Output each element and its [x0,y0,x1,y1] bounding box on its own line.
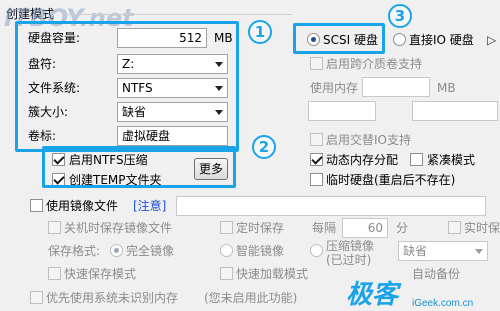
format-compressed-radio[interactable] [310,244,323,257]
interval-label: 每隔 [312,221,337,235]
group-divider [62,14,292,15]
note-link[interactable]: [注意] [133,198,166,214]
image-path-input[interactable] [176,196,486,216]
dynamic-mem-label: 动态内存分配 [326,153,399,167]
priority-system-label: 优先使用系统未识别内存 [46,291,179,305]
timed-save-checkbox[interactable] [220,221,233,234]
format-full-label: 完全镜像 [126,244,175,258]
realtime-checkbox[interactable] [448,221,461,234]
expand-arrow-icon[interactable]: ▷ [487,32,496,48]
temp-disk-checkbox[interactable] [310,173,323,186]
brand-site-text: iGeek.com.cn [412,298,474,309]
fast-save-checkbox[interactable] [48,267,61,280]
memory-unit: MB [437,81,456,95]
format-label: 保存格式: [48,244,101,258]
compact-checkbox[interactable] [410,153,423,166]
format-smart-label: 智能镜像 [236,244,285,258]
format-compressed-sub: (已过时) [326,253,372,267]
timed-save-label: 定时保存 [236,221,285,235]
annotation-3: 3 [388,4,412,28]
fast-load-checkbox[interactable] [220,267,233,280]
compress-level-value: 缺省 [403,244,428,258]
interval-unit: 分 [396,221,409,235]
priority-system-checkbox[interactable] [30,291,43,304]
highlight-box-2 [42,146,236,188]
temp-disk-label: 临时硬盘(重启后不存在) [326,173,456,187]
memory-label: 使用内存 [310,81,359,95]
use-image-checkbox[interactable] [30,199,43,212]
use-image-label: 使用镜像文件 [46,199,119,213]
cross-volume-checkbox[interactable] [310,57,323,70]
brand-logo-text: 极客 [346,280,399,310]
annotation-2: 2 [252,135,276,159]
interval-input[interactable]: 60 [342,218,388,238]
format-smart-radio[interactable] [220,244,233,257]
memory-field-3[interactable] [412,101,498,121]
realtime-label: 实时保 [464,221,500,235]
highlight-box-3 [293,23,385,54]
swap-io-checkbox[interactable] [310,133,323,146]
swap-io-label: 启用交替IO支持 [326,133,411,147]
annotation-1: 1 [248,20,272,44]
direct-io-radio[interactable] [393,33,406,46]
compact-label: 紧凑模式 [427,153,476,167]
format-full-radio[interactable] [110,244,123,257]
fast-load-label: 快速加载模式 [236,267,309,281]
compress-level-select[interactable]: 缺省 [398,241,488,261]
highlight-box-1 [15,21,239,152]
direct-io-label: 直接IO 硬盘 [409,33,474,47]
memory-field-2[interactable] [308,101,376,121]
not-enabled-note: (您未启用此功能) [204,291,298,305]
fast-save-label: 快速保存模式 [64,267,137,281]
save-on-shutdown-checkbox[interactable] [48,221,61,234]
memory-input[interactable] [362,77,430,97]
save-on-shutdown-label: 关机时保存镜像文件 [64,221,173,235]
brand-watermark: 极客 iGeek.com.cn [340,276,500,311]
cross-volume-label: 启用跨介质卷支持 [326,57,423,71]
dynamic-mem-checkbox[interactable] [310,153,323,166]
dropdown-arrow-icon [475,249,483,254]
